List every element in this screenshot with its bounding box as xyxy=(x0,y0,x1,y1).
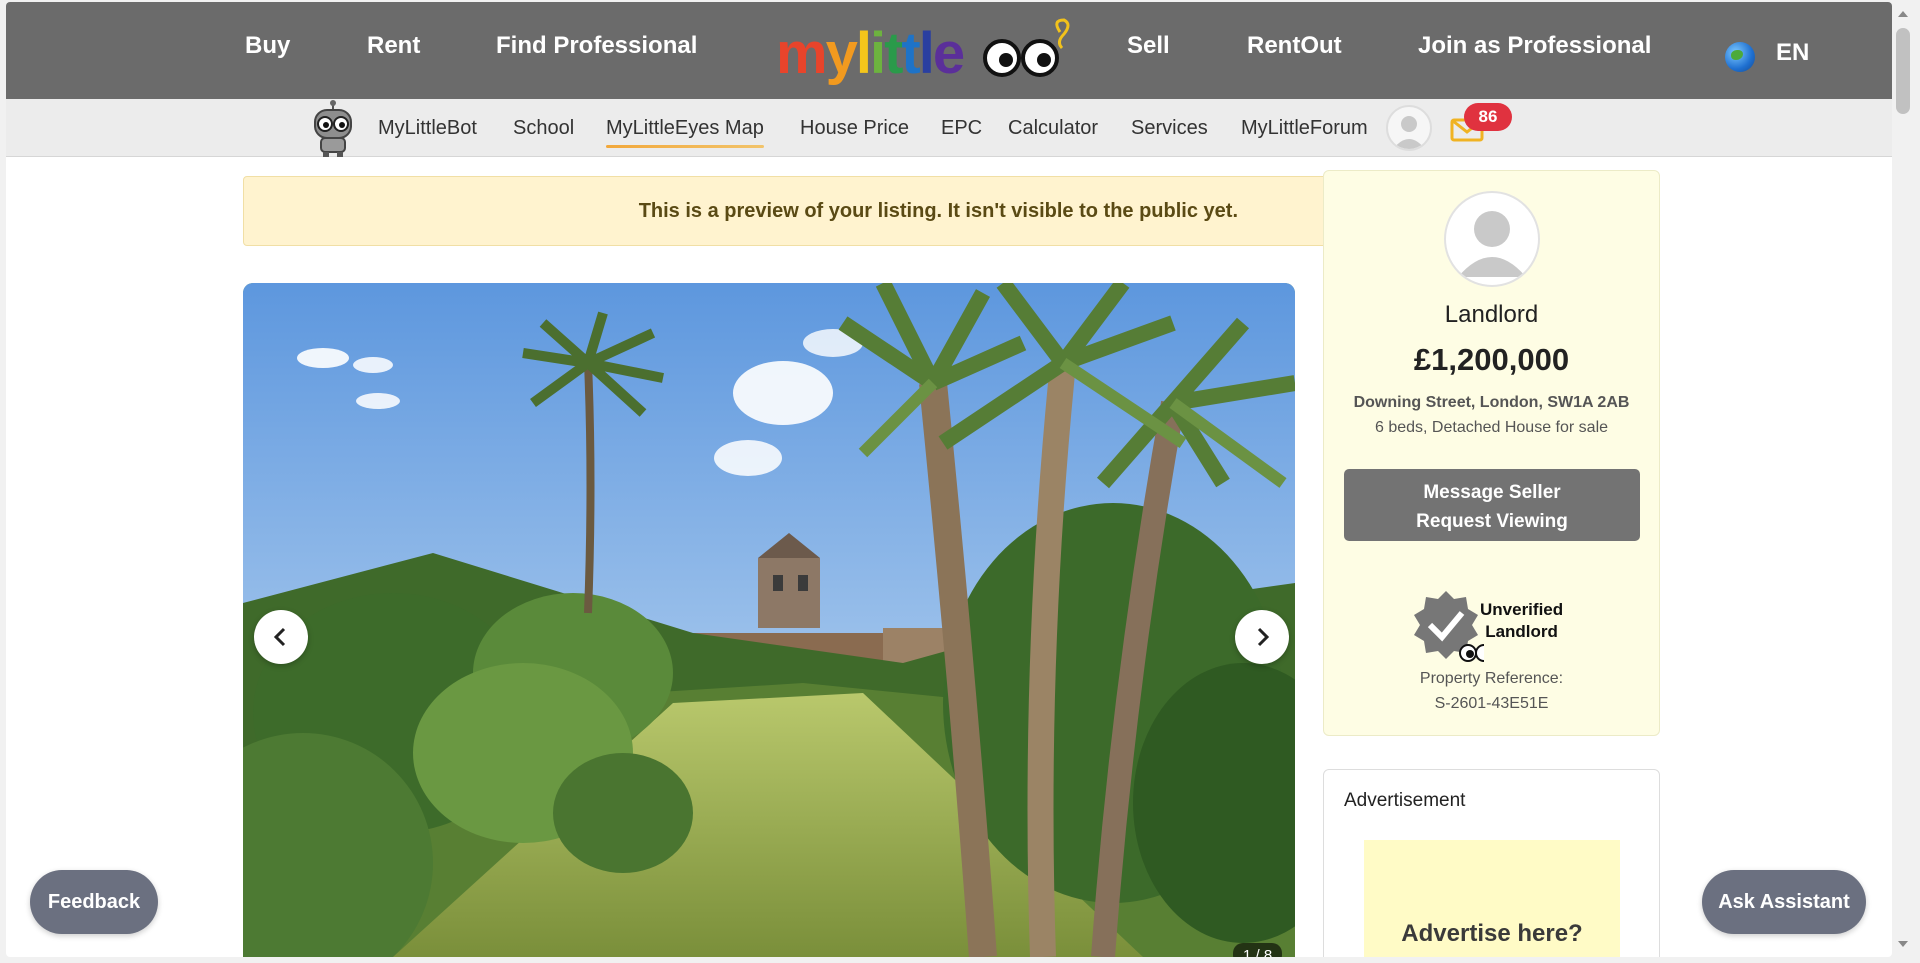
listing-price: £1,200,000 xyxy=(1413,342,1570,377)
subnav-house-price[interactable]: House Price xyxy=(800,117,909,140)
robot-icon[interactable] xyxy=(309,100,357,158)
scrollbar-track[interactable] xyxy=(1892,0,1920,963)
subnav-mylittleeyes-map[interactable]: MyLittleEyes Map xyxy=(606,117,764,148)
subnav-school[interactable]: School xyxy=(513,117,574,140)
user-avatar[interactable] xyxy=(1386,105,1432,151)
advertise-here-text: Advertise here? xyxy=(1401,920,1583,947)
nav-sell[interactable]: Sell xyxy=(1127,32,1170,60)
property-reference-label: Property Reference: xyxy=(1419,670,1564,687)
listing-address: Downing Street, London, SW1A 2AB xyxy=(1353,394,1630,411)
message-seller-button[interactable]: Message Seller Request Viewing xyxy=(1344,469,1640,541)
feedback-button[interactable]: Feedback xyxy=(30,870,158,934)
site-logo[interactable]: mylittle xyxy=(776,14,1076,86)
listing-summary: 6 beds, Detached House for sale xyxy=(1374,419,1609,436)
logo-eyes-icon xyxy=(983,18,1070,77)
previous-photo-button[interactable] xyxy=(254,610,308,664)
seller-type: Landlord xyxy=(1444,301,1539,328)
verification-line-1: Unverified xyxy=(1480,600,1564,619)
request-viewing-label: Request Viewing xyxy=(1416,511,1568,532)
advertisement-panel: Advertisement Advertise here? xyxy=(1323,769,1660,957)
nav-find-professional[interactable]: Find Professional xyxy=(496,32,697,60)
message-seller-label: Message Seller xyxy=(1423,482,1561,503)
verification-line-2: Landlord xyxy=(1485,622,1558,641)
scroll-down-icon[interactable] xyxy=(1897,938,1909,950)
globe-icon[interactable] xyxy=(1725,42,1755,72)
photo-counter: 1 / 8 xyxy=(1233,943,1283,957)
mail-count-badge: 86 xyxy=(1464,103,1512,131)
nav-buy[interactable]: Buy xyxy=(245,32,290,60)
verification-status: Unverified Landlord xyxy=(1480,599,1563,643)
top-navigation-bar: Buy Rent Find Professional mylittle Sell… xyxy=(6,2,1892,99)
subnav-epc[interactable]: EPC xyxy=(941,117,982,140)
property-photo xyxy=(243,283,1295,957)
browser-page: Buy Rent Find Professional mylittle Sell… xyxy=(6,2,1892,957)
nav-join-professional[interactable]: Join as Professional xyxy=(1418,32,1651,60)
subnav-calculator[interactable]: Calculator xyxy=(1008,117,1098,140)
nav-rentout[interactable]: RentOut xyxy=(1247,32,1342,60)
next-photo-button[interactable] xyxy=(1235,610,1289,664)
nav-rent[interactable]: Rent xyxy=(367,32,420,60)
subnav-mylittleforum[interactable]: MyLittleForum xyxy=(1241,117,1368,140)
chevron-right-icon xyxy=(1257,627,1270,647)
seller-avatar xyxy=(1444,191,1540,287)
chevron-left-icon xyxy=(273,627,286,647)
verified-seal-icon xyxy=(1414,591,1484,662)
property-reference-value: S-2601-43E51E xyxy=(1434,695,1549,712)
subnav-services[interactable]: Services xyxy=(1131,117,1208,140)
ask-assistant-button[interactable]: Ask Assistant xyxy=(1702,870,1866,934)
listing-summary-card: Landlord £1,200,000 Downing Street, Lond… xyxy=(1323,170,1660,736)
secondary-navigation-bar: MyLittleBot School MyLittleEyes Map Hous… xyxy=(6,99,1892,157)
scroll-up-icon[interactable] xyxy=(1897,8,1909,20)
language-selector[interactable]: EN xyxy=(1776,39,1809,67)
advertise-here-box[interactable]: Advertise here? xyxy=(1364,840,1620,957)
subnav-mylittlebot[interactable]: MyLittleBot xyxy=(378,117,477,140)
scrollbar-thumb[interactable] xyxy=(1896,28,1910,114)
verification-badge: Unverified Landlord xyxy=(1414,589,1584,663)
preview-notice: This is a preview of your listing. It is… xyxy=(243,176,1327,246)
property-photo-gallery[interactable]: 1 / 8 xyxy=(243,283,1295,957)
advertisement-heading: Advertisement xyxy=(1344,790,1466,811)
